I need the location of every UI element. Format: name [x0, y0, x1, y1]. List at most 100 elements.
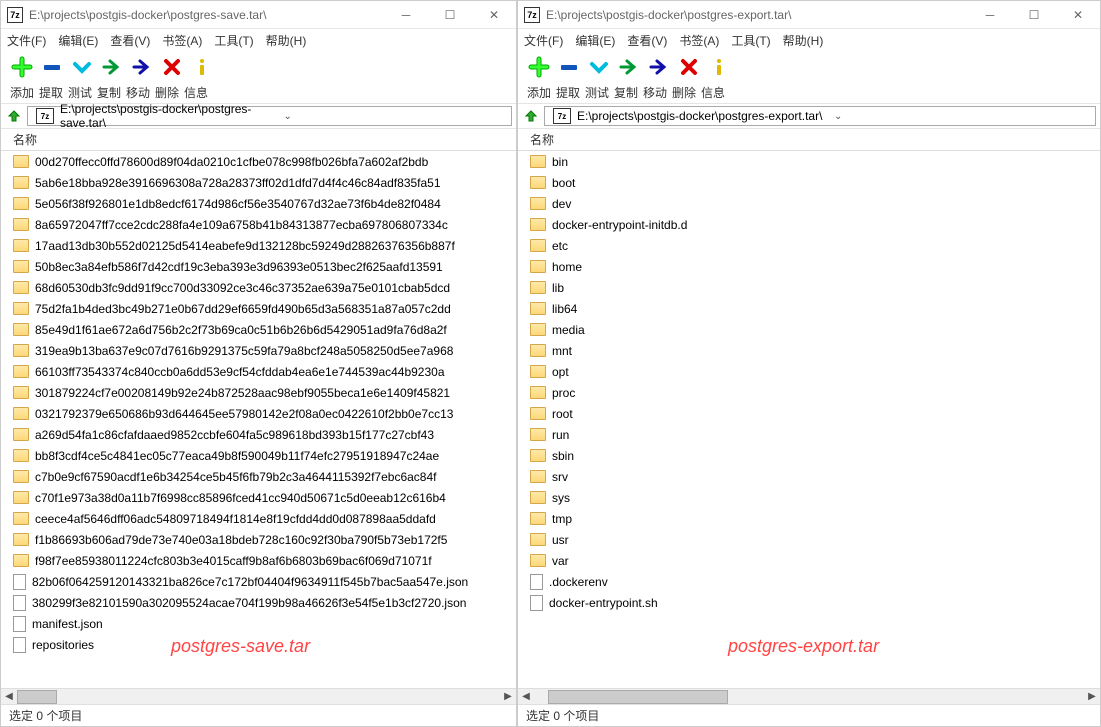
column-header[interactable]: 名称: [518, 129, 1100, 151]
scroll-left-icon[interactable]: ◀: [1, 689, 17, 705]
menu-help[interactable]: 帮助(H): [783, 32, 824, 49]
menu-help[interactable]: 帮助(H): [266, 32, 307, 49]
menu-bookmark[interactable]: 书签(A): [679, 32, 719, 49]
titlebar[interactable]: 7z E:\projects\postgis-docker\postgres-e…: [518, 1, 1100, 29]
up-icon[interactable]: [522, 107, 540, 125]
list-item[interactable]: proc: [518, 382, 1100, 403]
list-item[interactable]: 00d270ffecc0ffd78600d89f04da0210c1cfbe07…: [1, 151, 516, 172]
info-icon[interactable]: [191, 56, 213, 78]
up-icon[interactable]: [5, 107, 23, 125]
folder-icon: [530, 512, 546, 525]
test-icon[interactable]: [71, 56, 93, 78]
list-item[interactable]: sys: [518, 487, 1100, 508]
menu-view[interactable]: 查看(V): [627, 32, 667, 49]
file-name: lib: [552, 281, 564, 295]
list-item[interactable]: 75d2fa1b4ded3bc49b271e0b67dd29ef6659fd49…: [1, 298, 516, 319]
copy-icon[interactable]: [618, 56, 640, 78]
list-item[interactable]: 82b06f064259120143321ba826ce7c172bf04404…: [1, 571, 516, 592]
list-item[interactable]: media: [518, 319, 1100, 340]
list-item[interactable]: usr: [518, 529, 1100, 550]
copy-icon[interactable]: [101, 56, 123, 78]
list-item[interactable]: 301879224cf7e00208149b92e24b872528aac98e…: [1, 382, 516, 403]
minimize-button[interactable]: ─: [968, 1, 1012, 29]
scroll-thumb[interactable]: [548, 690, 728, 704]
file-list[interactable]: 00d270ffecc0ffd78600d89f04da0210c1cfbe07…: [1, 151, 516, 688]
scroll-thumb[interactable]: [17, 690, 57, 704]
titlebar[interactable]: 7z E:\projects\postgis-docker\postgres-s…: [1, 1, 516, 29]
minimize-button[interactable]: ─: [384, 1, 428, 29]
list-item[interactable]: a269d54fa1c86cfafdaaed9852ccbfe604fa5c98…: [1, 424, 516, 445]
list-item[interactable]: var: [518, 550, 1100, 571]
list-item[interactable]: opt: [518, 361, 1100, 382]
close-button[interactable]: ✕: [472, 1, 516, 29]
maximize-button[interactable]: ☐: [1012, 1, 1056, 29]
column-header[interactable]: 名称: [1, 129, 516, 151]
list-item[interactable]: lib: [518, 277, 1100, 298]
scroll-right-icon[interactable]: ▶: [500, 689, 516, 705]
list-item[interactable]: .dockerenv: [518, 571, 1100, 592]
list-item[interactable]: root: [518, 403, 1100, 424]
list-item[interactable]: sbin: [518, 445, 1100, 466]
list-item[interactable]: 0321792379e650686b93d644645ee57980142e2f…: [1, 403, 516, 424]
menu-tools[interactable]: 工具(T): [214, 32, 253, 49]
list-item[interactable]: 5ab6e18bba928e3916696308a728a28373ff02d1…: [1, 172, 516, 193]
file-list[interactable]: binbootdevdocker-entrypoint-initdb.detch…: [518, 151, 1100, 688]
list-item[interactable]: c70f1e973a38d0a11b7f6998cc85896fced41cc9…: [1, 487, 516, 508]
list-item[interactable]: manifest.json: [1, 613, 516, 634]
delete-icon[interactable]: [161, 56, 183, 78]
list-item[interactable]: boot: [518, 172, 1100, 193]
list-item[interactable]: ceece4af5646dff06adc54809718494f1814e8f1…: [1, 508, 516, 529]
list-item[interactable]: home: [518, 256, 1100, 277]
move-icon[interactable]: [648, 56, 670, 78]
list-item[interactable]: 319ea9b13ba637e9c07d7616b9291375c59fa79a…: [1, 340, 516, 361]
menu-tools[interactable]: 工具(T): [731, 32, 770, 49]
list-item[interactable]: 380299f3e82101590a302095524acae704f199b9…: [1, 592, 516, 613]
list-item[interactable]: f1b86693b606ad79de73e740e03a18bdeb728c16…: [1, 529, 516, 550]
list-item[interactable]: 66103ff73543374c840ccb0a6dd53e9cf54cfdda…: [1, 361, 516, 382]
list-item[interactable]: 5e056f38f926801e1db8edcf6174d986cf56e354…: [1, 193, 516, 214]
menu-edit[interactable]: 编辑(E): [575, 32, 615, 49]
delete-icon[interactable]: [678, 56, 700, 78]
menu-edit[interactable]: 编辑(E): [58, 32, 98, 49]
close-button[interactable]: ✕: [1056, 1, 1100, 29]
dropdown-icon[interactable]: ⌄: [834, 111, 1091, 122]
maximize-button[interactable]: ☐: [428, 1, 472, 29]
menu-view[interactable]: 查看(V): [110, 32, 150, 49]
move-icon[interactable]: [131, 56, 153, 78]
dropdown-icon[interactable]: ⌄: [284, 111, 508, 122]
list-item[interactable]: 68d60530db3fc9dd91f9cc700d33092ce3c46c37…: [1, 277, 516, 298]
test-icon[interactable]: [588, 56, 610, 78]
scrollbar-horizontal[interactable]: ◀ ▶: [1, 688, 516, 704]
list-item[interactable]: srv: [518, 466, 1100, 487]
info-icon[interactable]: [708, 56, 730, 78]
list-item[interactable]: tmp: [518, 508, 1100, 529]
list-item[interactable]: lib64: [518, 298, 1100, 319]
list-item[interactable]: dev: [518, 193, 1100, 214]
address-input[interactable]: 7z E:\projects\postgis-docker\postgres-s…: [27, 106, 512, 126]
file-name: root: [552, 407, 573, 421]
add-icon[interactable]: [11, 56, 33, 78]
extract-icon[interactable]: [558, 56, 580, 78]
address-input[interactable]: 7z E:\projects\postgis-docker\postgres-e…: [544, 106, 1096, 126]
list-item[interactable]: run: [518, 424, 1100, 445]
extract-icon[interactable]: [41, 56, 63, 78]
menu-bookmark[interactable]: 书签(A): [162, 32, 202, 49]
scroll-right-icon[interactable]: ▶: [1084, 689, 1100, 705]
list-item[interactable]: bin: [518, 151, 1100, 172]
list-item[interactable]: mnt: [518, 340, 1100, 361]
list-item[interactable]: bb8f3cdf4ce5c4841ec05c77eaca49b8f590049b…: [1, 445, 516, 466]
list-item[interactable]: docker-entrypoint-initdb.d: [518, 214, 1100, 235]
list-item[interactable]: f98f7ee85938011224cfc803b3e4015caff9b8af…: [1, 550, 516, 571]
list-item[interactable]: 50b8ec3a84efb586f7d42cdf19c3eba393e3d963…: [1, 256, 516, 277]
menu-file[interactable]: 文件(F): [7, 32, 46, 49]
list-item[interactable]: 8a65972047ff7cce2cdc288fa4e109a6758b41b8…: [1, 214, 516, 235]
list-item[interactable]: etc: [518, 235, 1100, 256]
list-item[interactable]: c7b0e9cf67590acdf1e6b34254ce5b45f6fb79b2…: [1, 466, 516, 487]
menu-file[interactable]: 文件(F): [524, 32, 563, 49]
list-item[interactable]: 17aad13db30b552d02125d5414eabefe9d132128…: [1, 235, 516, 256]
list-item[interactable]: 85e49d1f61ae672a6d756b2c2f73b69ca0c51b6b…: [1, 319, 516, 340]
scrollbar-horizontal[interactable]: ◀ ▶: [518, 688, 1100, 704]
list-item[interactable]: docker-entrypoint.sh: [518, 592, 1100, 613]
add-icon[interactable]: [528, 56, 550, 78]
scroll-left-icon[interactable]: ◀: [518, 689, 534, 705]
